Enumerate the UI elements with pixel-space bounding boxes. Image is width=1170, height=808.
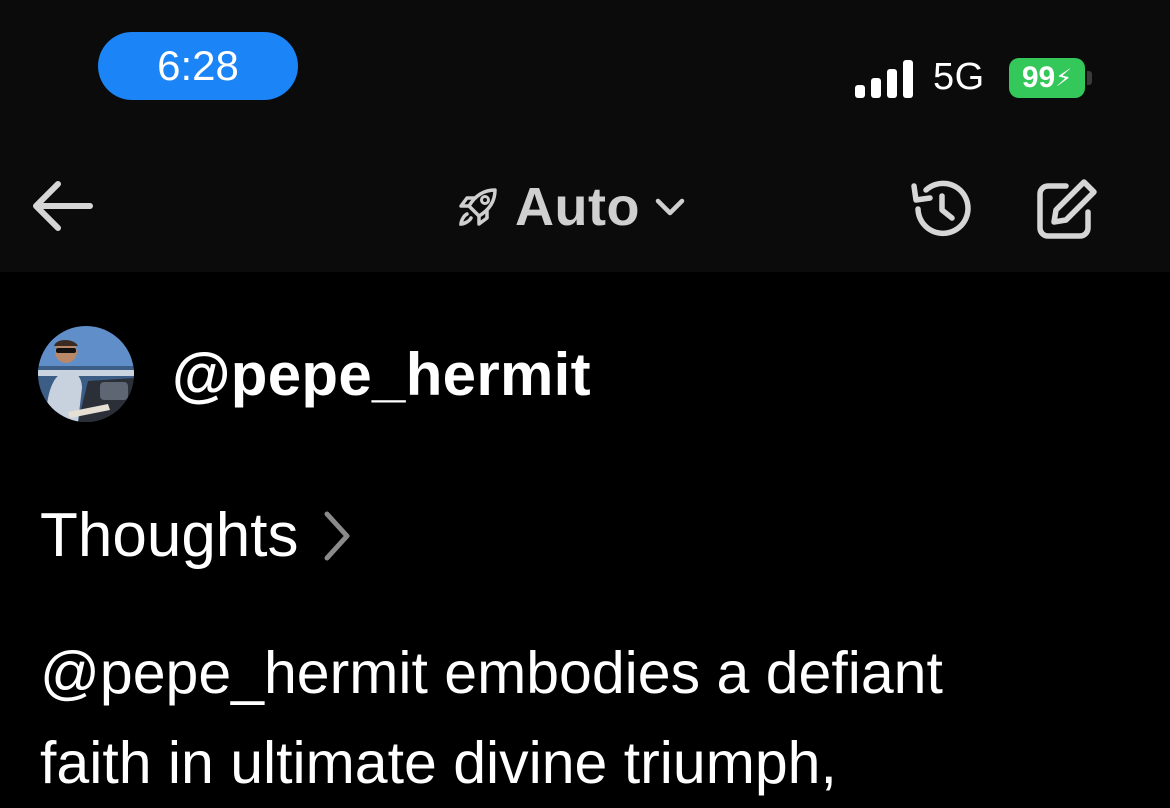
rocket-icon <box>459 188 497 226</box>
cellular-signal-icon <box>855 60 913 98</box>
top-bar: 6:28 5G 99 ⚡ Auto <box>0 0 1170 272</box>
compose-icon[interactable] <box>1032 176 1100 242</box>
post-body: @pepe_hermit embodies a defiant faith in… <box>40 628 1140 808</box>
status-time-text: 6:28 <box>157 42 239 89</box>
mode-label: Auto <box>515 177 640 237</box>
battery-level: 99 <box>1021 61 1056 94</box>
thoughts-label: Thoughts <box>40 501 299 570</box>
battery-nub <box>1087 71 1092 85</box>
thoughts-toggle[interactable]: Thoughts <box>40 500 353 571</box>
chevron-down-icon <box>655 198 685 216</box>
post-body-line: faith in ultimate divine triumph, <box>40 730 837 796</box>
network-type: 5G <box>933 56 985 98</box>
avatar-photo <box>38 326 134 422</box>
battery-indicator: 99 ⚡ <box>1009 58 1085 98</box>
history-icon[interactable] <box>908 176 974 242</box>
mode-selector[interactable]: Auto <box>455 172 686 242</box>
status-time[interactable]: 6:28 <box>98 32 298 100</box>
back-arrow-icon[interactable] <box>30 178 94 234</box>
avatar[interactable] <box>38 326 134 422</box>
post-body-line: @pepe_hermit embodies a defiant <box>40 640 943 706</box>
charging-icon: ⚡ <box>1055 64 1073 92</box>
chevron-right-icon <box>324 511 350 560</box>
username[interactable]: @pepe_hermit <box>172 340 591 409</box>
